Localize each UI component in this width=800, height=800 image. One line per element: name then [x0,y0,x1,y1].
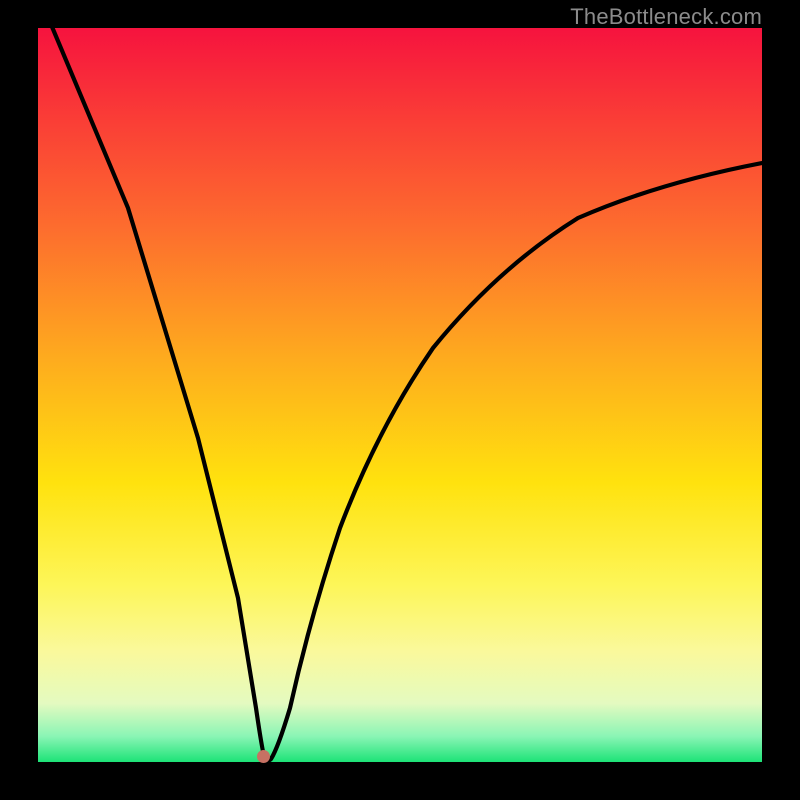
bottleneck-line [50,28,762,761]
chart-curve [38,28,762,762]
chart-plot-area [38,28,762,762]
watermark-text: TheBottleneck.com [570,4,762,30]
chart-marker-dot [257,750,270,763]
